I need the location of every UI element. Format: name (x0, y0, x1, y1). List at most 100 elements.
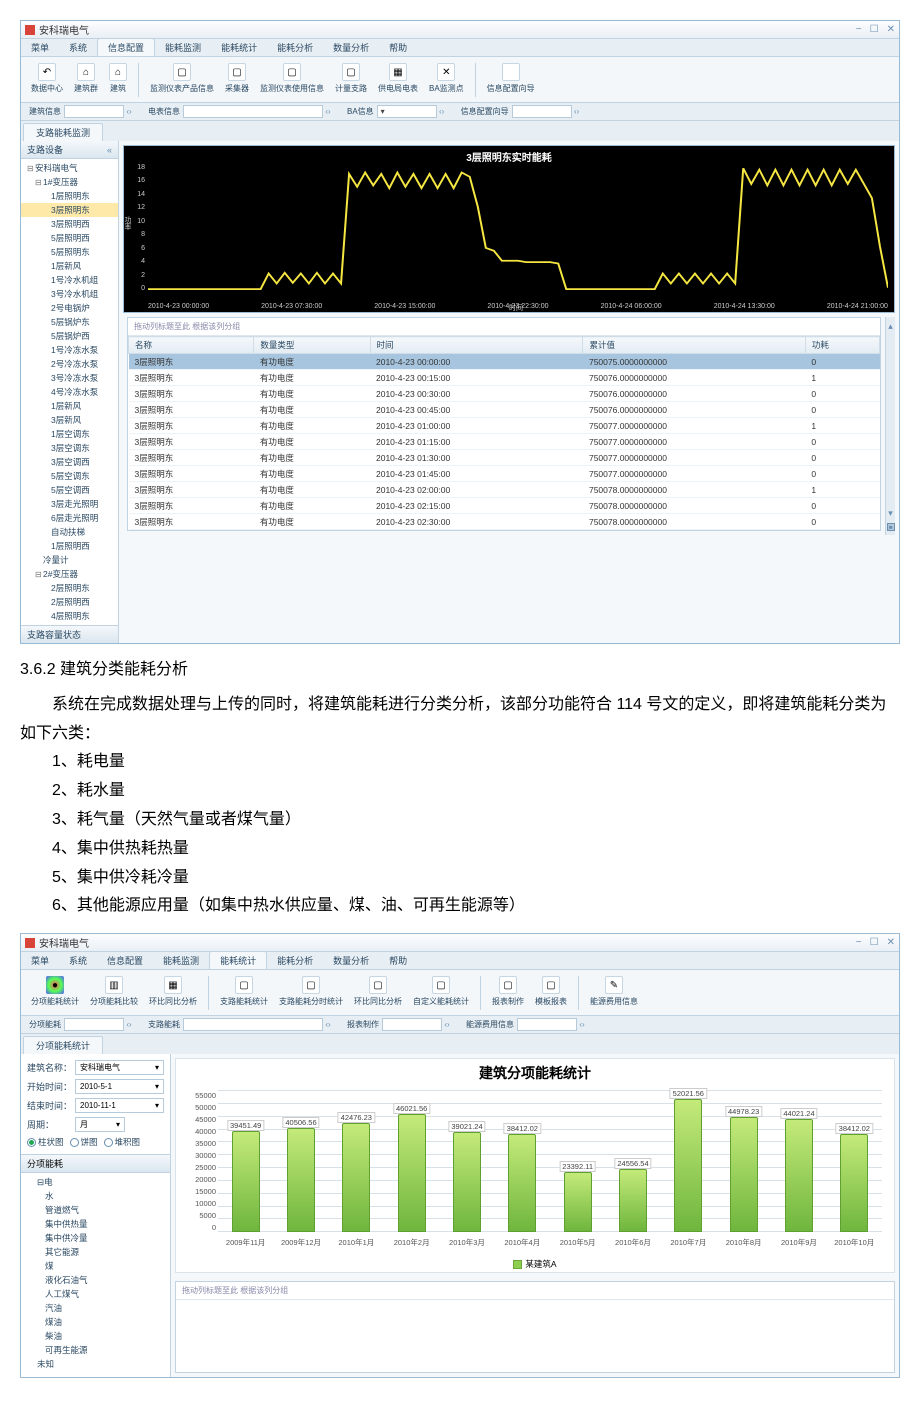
ribbon-BA监测点[interactable]: ✕BA监测点 (425, 61, 468, 96)
tree-node[interactable]: 1号冷水机组 (21, 273, 118, 287)
scroll-down-icon[interactable]: ▾ (888, 508, 893, 519)
maximize-button[interactable]: ☐ (870, 937, 879, 948)
tab-branch-monitor[interactable]: 支路能耗监测 (23, 123, 103, 141)
menu-数量分析[interactable]: 数量分析 (323, 39, 379, 56)
tree-node[interactable]: 5层照明西 (21, 231, 118, 245)
tree-node[interactable]: 1号冷冻水泵 (21, 343, 118, 357)
tree-node[interactable]: 汽油 (27, 1301, 164, 1315)
bar[interactable]: 39451.49 (232, 1131, 260, 1232)
ribbon-模板报表[interactable]: ▢模板报表 (531, 974, 571, 1009)
maximize-button[interactable]: ☐ (870, 24, 879, 35)
ribbon-计量支路[interactable]: ▢计量支路 (331, 61, 371, 96)
table-row[interactable]: 3层照明东有功电度2010-4-23 01:00:00750077.000000… (129, 418, 880, 434)
ribbon-支路能耗统计[interactable]: ▢支路能耗统计 (216, 974, 272, 1009)
tree-node[interactable]: 2号冷冻水泵 (21, 357, 118, 371)
tree-node[interactable]: 3层走光照明 (21, 497, 118, 511)
ribbon-报表制作[interactable]: ▢报表制作 (488, 974, 528, 1009)
menu-系统[interactable]: 系统 (59, 39, 97, 56)
menu-数量分析[interactable]: 数量分析 (323, 952, 379, 969)
menu-能耗统计[interactable]: 能耗统计 (209, 951, 267, 969)
table-row[interactable]: 3层照明东有功电度2010-4-23 00:15:00750076.000000… (129, 370, 880, 386)
menu-信息配置[interactable]: 信息配置 (97, 952, 153, 969)
tree-node[interactable]: 5层锅炉东 (21, 315, 118, 329)
cycle-select[interactable]: 月▾ (75, 1117, 125, 1132)
支路能耗-dropdown[interactable] (183, 1018, 323, 1031)
tree-node[interactable]: 管道燃气 (27, 1203, 164, 1217)
expand-icon[interactable]: ▣ (887, 523, 895, 531)
bar[interactable]: 24556.54 (619, 1169, 647, 1232)
close-button[interactable]: ✕ (887, 24, 895, 35)
tree-node[interactable]: 液化石油气 (27, 1273, 164, 1287)
scrollbar[interactable]: ▴ ▾ ▣ (885, 317, 895, 535)
table-row[interactable]: 3层照明东有功电度2010-4-23 00:45:00750076.000000… (129, 402, 880, 418)
menu-能耗统计[interactable]: 能耗统计 (211, 39, 267, 56)
tree-node[interactable]: 冷量计 (21, 553, 118, 567)
ribbon-环比同比分析[interactable]: ▦环比同比分析 (145, 974, 201, 1009)
menu-帮助[interactable]: 帮助 (379, 952, 417, 969)
minimize-button[interactable]: − (856, 24, 862, 35)
ribbon-建筑[interactable]: ⌂建筑 (105, 61, 131, 96)
tree-node[interactable]: 煤油 (27, 1315, 164, 1329)
collapse-icon[interactable]: « (107, 145, 112, 155)
信息配置向导-dropdown[interactable] (512, 105, 572, 118)
tree-node[interactable]: 5层锅炉西 (21, 329, 118, 343)
tree-node[interactable]: ⊟电 (27, 1175, 164, 1189)
tree-node[interactable]: 集中供冷量 (27, 1231, 164, 1245)
bar[interactable]: 40506.56 (287, 1128, 315, 1232)
tree-node[interactable]: 2号电锅炉 (21, 301, 118, 315)
tree-node[interactable]: 其它能源 (27, 1245, 164, 1259)
tree-node[interactable]: 5层空调东 (21, 469, 118, 483)
radio-饼图[interactable]: 饼图 (70, 1136, 98, 1148)
tree-node[interactable]: 1层照明西 (21, 539, 118, 553)
tree-node[interactable]: 1层空调东 (21, 427, 118, 441)
ribbon-供电局电表[interactable]: ▦供电局电表 (374, 61, 422, 96)
tree-node[interactable]: 2层照明东 (21, 581, 118, 595)
end-date-input[interactable]: 2010-11-1▾ (75, 1098, 164, 1113)
bar[interactable]: 38412.02 (508, 1134, 536, 1232)
电表信息-dropdown[interactable] (183, 105, 323, 118)
menu-能耗分析[interactable]: 能耗分析 (267, 39, 323, 56)
tree-node[interactable]: 可再生能源 (27, 1343, 164, 1357)
tree-node[interactable]: ⊟安科瑞电气 (21, 161, 118, 175)
ribbon-分项能耗比较[interactable]: ▥分项能耗比较 (86, 974, 142, 1009)
tree-node[interactable]: 3号冷冻水泵 (21, 371, 118, 385)
menu-信息配置[interactable]: 信息配置 (97, 38, 155, 56)
ribbon-环比同比分析[interactable]: ▢环比同比分析 (350, 974, 406, 1009)
table-row[interactable]: 3层照明东有功电度2010-4-23 01:15:00750077.000000… (129, 434, 880, 450)
col-数量类型[interactable]: 数量类型 (254, 337, 370, 354)
建筑信息-dropdown[interactable] (64, 105, 124, 118)
ribbon-监测仪表使用信息[interactable]: ▢监测仪表使用信息 (256, 61, 328, 96)
bar[interactable]: 46021.56 (398, 1114, 426, 1232)
tree-node[interactable]: 3层照明东 (21, 203, 118, 217)
tree-node[interactable]: 水 (27, 1189, 164, 1203)
ribbon-监测仪表产品信息[interactable]: ▢监测仪表产品信息 (146, 61, 218, 96)
tree-node[interactable]: 3层空调西 (21, 455, 118, 469)
table-row[interactable]: 3层照明东有功电度2010-4-23 01:45:00750077.000000… (129, 466, 880, 482)
tree-node[interactable]: 1层新风 (21, 259, 118, 273)
table-row[interactable]: 3层照明东有功电度2010-4-23 01:30:00750077.000000… (129, 450, 880, 466)
tree-node[interactable]: 自动扶梯 (21, 525, 118, 539)
ribbon-数据中心[interactable]: ↶数据中心 (27, 61, 67, 96)
bar[interactable]: 42476.23 (342, 1123, 370, 1232)
tree-node[interactable]: 1层照明东 (21, 189, 118, 203)
ribbon-信息配置向导[interactable]: 信息配置向导 (483, 61, 539, 96)
ribbon-支路能耗分时统计[interactable]: ▢支路能耗分时统计 (275, 974, 347, 1009)
tree-node[interactable]: 3号冷水机组 (21, 287, 118, 301)
close-button[interactable]: ✕ (887, 937, 895, 948)
bar[interactable]: 44978.23 (730, 1117, 758, 1232)
能源费用信息-dropdown[interactable] (517, 1018, 577, 1031)
分项能耗-dropdown[interactable] (64, 1018, 124, 1031)
col-功耗[interactable]: 功耗 (805, 337, 879, 354)
tree-node[interactable]: 4层照明东 (21, 609, 118, 623)
tree-node[interactable]: 集中供热量 (27, 1217, 164, 1231)
tree-node[interactable]: 6层走光照明 (21, 511, 118, 525)
bar[interactable]: 23392.11 (564, 1172, 592, 1232)
menu-能耗监测[interactable]: 能耗监测 (153, 952, 209, 969)
tree-node[interactable]: 3层照明西 (21, 217, 118, 231)
menu-系统[interactable]: 系统 (59, 952, 97, 969)
tree-node[interactable]: 3层空调东 (21, 441, 118, 455)
table-row[interactable]: 3层照明东有功电度2010-4-23 02:30:00750078.000000… (129, 514, 880, 530)
tree-node[interactable]: 人工煤气 (27, 1287, 164, 1301)
bar[interactable]: 52021.56 (674, 1099, 702, 1232)
menu-能耗监测[interactable]: 能耗监测 (155, 39, 211, 56)
